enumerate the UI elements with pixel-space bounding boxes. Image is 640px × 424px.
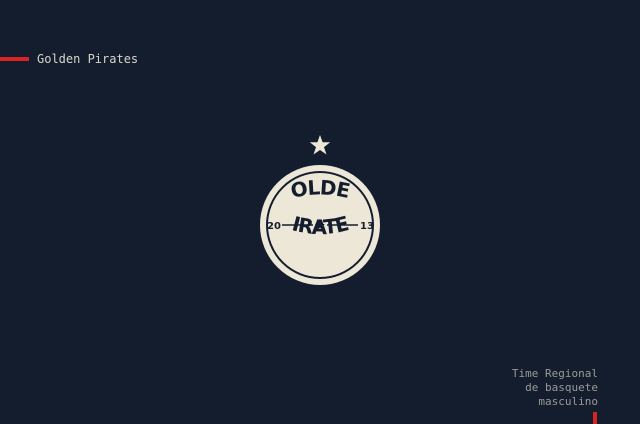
logo-word-golden: GOLDEN [250, 130, 353, 203]
star-icon [309, 135, 331, 155]
accent-bar-bottom [593, 412, 597, 424]
tagline-line-3: masculino [538, 395, 598, 408]
tagline-line-1: Time Regional [511, 367, 598, 380]
logo-year-left: 20 [267, 221, 281, 232]
tagline: Time Regional de basquete masculino [512, 367, 598, 409]
golden-pirates-logo: GOLDEN PIRATES 20 13 [250, 130, 380, 285]
brand-name: Golden Pirates [37, 52, 139, 66]
logo-year-right: 13 [360, 221, 374, 232]
svg-text:GOLDEN: GOLDEN [250, 130, 352, 203]
accent-bar-top [0, 57, 29, 61]
tagline-line-2: de basquete [525, 381, 598, 394]
